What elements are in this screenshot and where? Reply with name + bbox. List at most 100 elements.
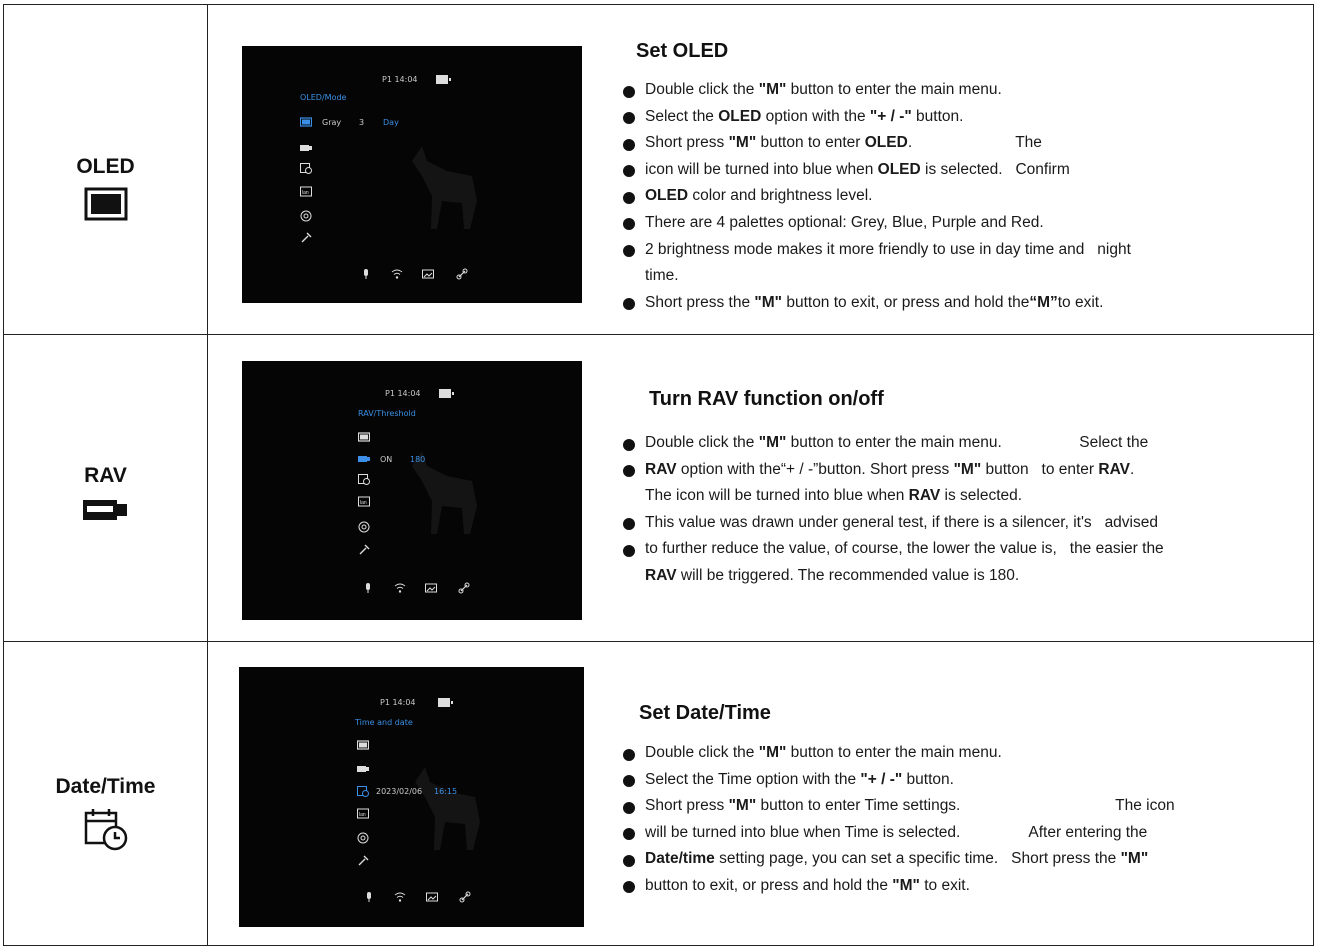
calendar-clock-icon: [358, 474, 370, 485]
bullet-item: Short press "M" button to enter Time set…: [620, 793, 1175, 820]
bullet-item: Double click the "M" button to enter the…: [620, 430, 1164, 457]
row-label-text: RAV: [84, 464, 127, 487]
row-label-date-time: Date/Time: [4, 775, 207, 858]
bullet-text: to exit.: [1057, 293, 1104, 311]
bullet-text: "M": [892, 876, 920, 894]
battery-icon: [438, 698, 453, 707]
bullet-item: Short press the "M" button to exit, or p…: [620, 290, 1131, 317]
bullet-text: time.: [645, 267, 679, 285]
bullet-item: RAV will be triggered. The recommended v…: [620, 563, 1164, 590]
bullet-text: RAV: [645, 460, 677, 478]
oled-icon: [357, 740, 369, 750]
bullet-text: .: [1129, 460, 1135, 478]
wifi-icon: [391, 269, 403, 279]
bullet-text: Double click the: [645, 434, 759, 451]
section-title: Set Date/Time: [639, 702, 771, 724]
rav-icon: [300, 145, 312, 151]
status-bar-text: P1 14:04: [385, 389, 421, 398]
device-screenshot-oled: P1 14:04 OLED/Mode Gray 3 Day lan: [242, 46, 582, 303]
bullet-item: There are 4 palettes optional: Grey, Blu…: [620, 210, 1131, 237]
language-icon: lan: [300, 186, 312, 197]
bullet-dot-icon: [623, 138, 635, 151]
bullet-text: button to enter Time settings. The icon: [756, 797, 1175, 815]
link-icon: [459, 891, 471, 903]
wrench-icon: [359, 544, 370, 555]
row-label-rav: RAV: [4, 464, 207, 529]
menu-path-text: RAV/Threshold: [358, 409, 416, 418]
svg-text:lan: lan: [302, 190, 309, 196]
wifi-icon: [394, 583, 406, 593]
bullet-text: icon will be turned into blue when: [645, 160, 878, 178]
bullet-text: option with the“+ / -”button. Short pres…: [676, 460, 954, 478]
gallery-icon: [426, 892, 438, 902]
device-screenshot-date-time: P1 14:04 Time and date 2023/02/06 16:15 …: [239, 667, 584, 927]
rav-icon: [357, 766, 369, 772]
microphone-icon: [364, 269, 368, 279]
link-icon: [456, 268, 468, 280]
calendar-clock-icon: [300, 163, 312, 174]
bullet-text: RAV: [645, 566, 677, 584]
bullet-text: button.: [911, 107, 964, 125]
bullet-item: This value was drawn under general test,…: [620, 510, 1164, 537]
row-label-oled: OLED: [4, 155, 207, 226]
gallery-icon: [425, 583, 437, 593]
bullet-text: . The: [907, 134, 1042, 152]
screen-row-value: Gray: [322, 118, 342, 127]
battery-icon: [436, 75, 451, 84]
bullet-text: button to enter the main menu.: [786, 744, 1002, 761]
bullet-dot-icon: [623, 748, 635, 761]
bullet-item: Short press "M" button to enter OLED. Th…: [620, 130, 1131, 157]
screen-row-mode: Day: [383, 118, 399, 127]
bullet-text: button to enter: [756, 134, 865, 152]
feature-table: OLED P1 14:04 OLED/Mode Gray 3 Day lan S…: [3, 4, 1314, 946]
bullet-item: will be turned into blue when Time is se…: [620, 820, 1175, 847]
bullet-dot-icon: [623, 165, 635, 178]
bullet-text: There are 4 palettes optional: Grey, Blu…: [645, 213, 1044, 231]
bullet-list: Double click the "M" button to enter the…: [620, 740, 1175, 900]
bullet-text: setting page, you can set a specific tim…: [714, 850, 1121, 868]
link-icon: [458, 582, 470, 594]
svg-text:lan: lan: [359, 812, 366, 818]
screen-row-level: 16:15: [434, 787, 458, 796]
bullet-dot-icon: [623, 112, 635, 125]
bullet-text: “M”: [1029, 293, 1058, 311]
bullet-dot-icon: [623, 245, 635, 258]
bullet-text: OLED: [864, 134, 908, 152]
bullet-text: OLED: [877, 160, 921, 178]
bullet-item: OLED color and brightness level.: [620, 183, 1131, 210]
bullet-text: "+ / -": [869, 107, 912, 125]
screen-row-value: 2023/02/06: [376, 787, 423, 796]
bullet-item: Date/time setting page, you can set a sp…: [620, 846, 1175, 873]
row-label-text: OLED: [76, 155, 135, 178]
bullet-text: Date/time: [645, 850, 715, 868]
bullet-text: RAV: [908, 487, 941, 505]
bullet-dot-icon: [623, 801, 635, 814]
section-title: Set OLED: [636, 40, 729, 62]
menu-path-text: Time and date: [355, 718, 413, 727]
bullet-text: "M": [758, 744, 787, 761]
bullet-text: "M": [1120, 850, 1149, 868]
status-bar-text: P1 14:04: [380, 698, 416, 707]
menu-path-text: OLED/Mode: [300, 93, 347, 102]
bullet-text: "M": [758, 81, 787, 98]
row-divider: [4, 641, 1313, 642]
oled-icon: [358, 432, 370, 442]
bullet-dot-icon: [623, 465, 635, 478]
wrench-icon: [358, 855, 369, 866]
column-divider: [207, 5, 208, 945]
microphone-icon: [366, 583, 370, 593]
aperture-icon: [357, 832, 369, 844]
gallery-icon: [422, 269, 434, 279]
wrench-icon: [301, 232, 312, 243]
bullet-text: to further reduce the value, of course, …: [645, 540, 1164, 558]
bullet-dot-icon: [623, 854, 635, 867]
oled-icon: [84, 187, 128, 226]
bullet-text: button to enter the main menu.: [786, 81, 1002, 98]
bullet-text: The icon will be turned into blue when: [645, 487, 909, 505]
bullet-item: RAV option with the“+ / -”button. Short …: [620, 457, 1164, 484]
bullet-text: Double click the: [645, 744, 759, 761]
bullet-list: Double click the "M" button to enter the…: [620, 77, 1131, 316]
bullet-item: Select the OLED option with the "+ / -" …: [620, 104, 1131, 131]
oled-icon: [300, 117, 312, 127]
bullet-text: RAV: [1098, 460, 1130, 478]
